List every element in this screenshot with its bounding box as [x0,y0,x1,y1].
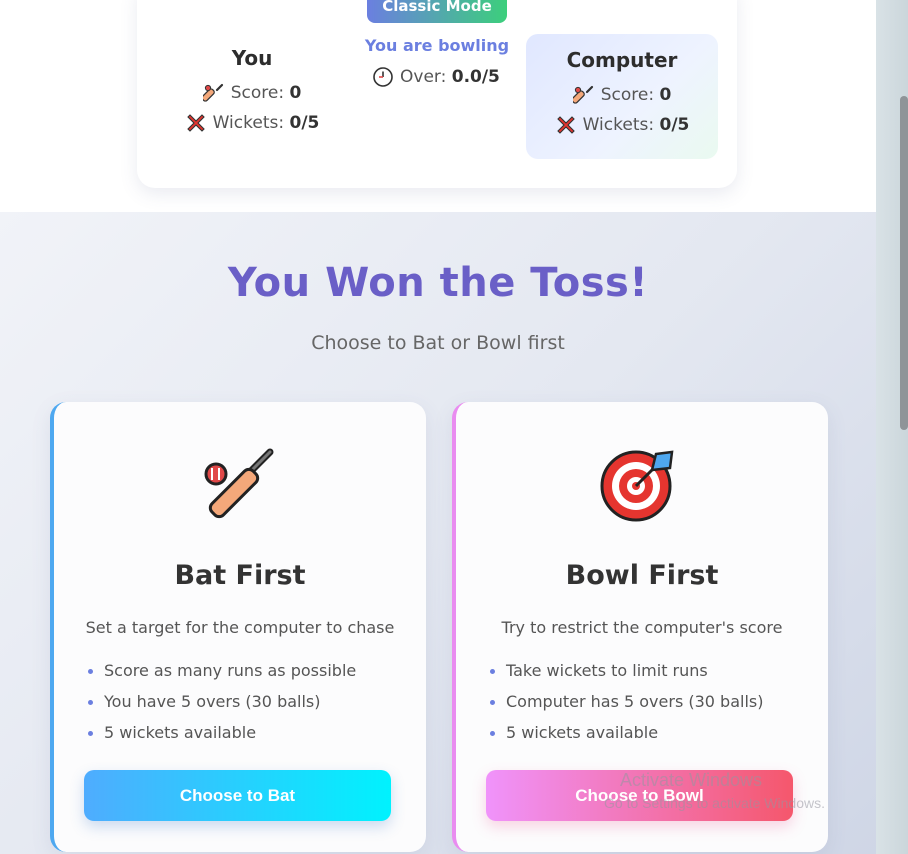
mode-badge: Classic Mode [367,0,507,23]
choose-to-bat-button[interactable]: Choose to Bat [84,770,391,821]
bat-first-card[interactable]: Bat First Set a target for the computer … [50,402,426,852]
bowl-first-title: Bowl First [565,560,719,591]
wickets-value: 0/5 [659,115,690,135]
bat-first-description: Set a target for the computer to chase [85,618,395,637]
list-item: 5 wickets available [84,722,356,753]
cross-mark-icon [186,114,205,132]
list-item: Take wickets to limit runs [486,660,763,691]
watermark-subtitle: Go to Settings to activate Windows. [604,795,825,811]
clock-icon [373,67,393,87]
watermark-title: Activate Windows [620,770,763,790]
bowl-first-description: Try to restrict the computer's score [501,618,783,637]
bowl-first-points: Take wickets to limit runs Computer has … [486,660,763,753]
wickets-label: Wickets: [582,115,655,135]
score-label: Score: [230,83,285,103]
player-computer-name: Computer [566,48,678,72]
cricket-bat-icon [572,85,593,104]
match-status: You are bowling [364,36,510,55]
over-counter: Over: 0.0/5 [372,66,500,88]
cricket-bat-icon [202,83,223,102]
bat-first-points: Score as many runs as possible You have … [84,660,356,753]
over-label: Over: [400,67,447,87]
toss-section: You Won the Toss! Choose to Bat or Bowl … [0,212,876,854]
activate-windows-watermark: Activate Windows Go to Settings to activ… [604,770,825,811]
score-label: Score: [600,85,655,105]
scrollbar[interactable] [876,0,908,854]
list-item: Computer has 5 overs (30 balls) [486,691,763,722]
game-page: Classic Mode You Score: 0 Wickets: 0/5 Y… [0,0,876,854]
list-item: You have 5 overs (30 balls) [84,691,356,722]
cross-mark-icon [556,116,575,134]
wickets-value: 0/5 [289,113,320,133]
player-you-name: You [231,46,273,70]
scrollbar-thumb[interactable] [900,96,908,430]
player-you-panel: You Score: 0 Wickets: 0/5 [168,46,336,134]
list-item: Score as many runs as possible [84,660,356,691]
player-computer-score: Score: 0 [526,84,718,106]
player-computer-wickets: Wickets: 0/5 [526,114,718,136]
player-you-score: Score: 0 [168,82,336,104]
score-value: 0 [289,83,302,103]
list-item: 5 wickets available [486,722,763,753]
wickets-label: Wickets: [212,113,285,133]
player-you-wickets: Wickets: 0/5 [168,112,336,134]
scoreboard-area: Classic Mode You Score: 0 Wickets: 0/5 Y… [0,0,876,212]
over-value: 0.0/5 [451,67,500,87]
toss-heading: You Won the Toss! [227,260,649,306]
bat-first-title: Bat First [174,560,306,591]
toss-subheading: Choose to Bat or Bowl first [311,332,565,354]
score-value: 0 [659,85,672,105]
cricket-bat-ball-icon [204,448,274,519]
target-dart-icon [600,450,674,522]
player-computer-panel: Computer Score: 0 Wickets: 0/5 [526,34,718,159]
